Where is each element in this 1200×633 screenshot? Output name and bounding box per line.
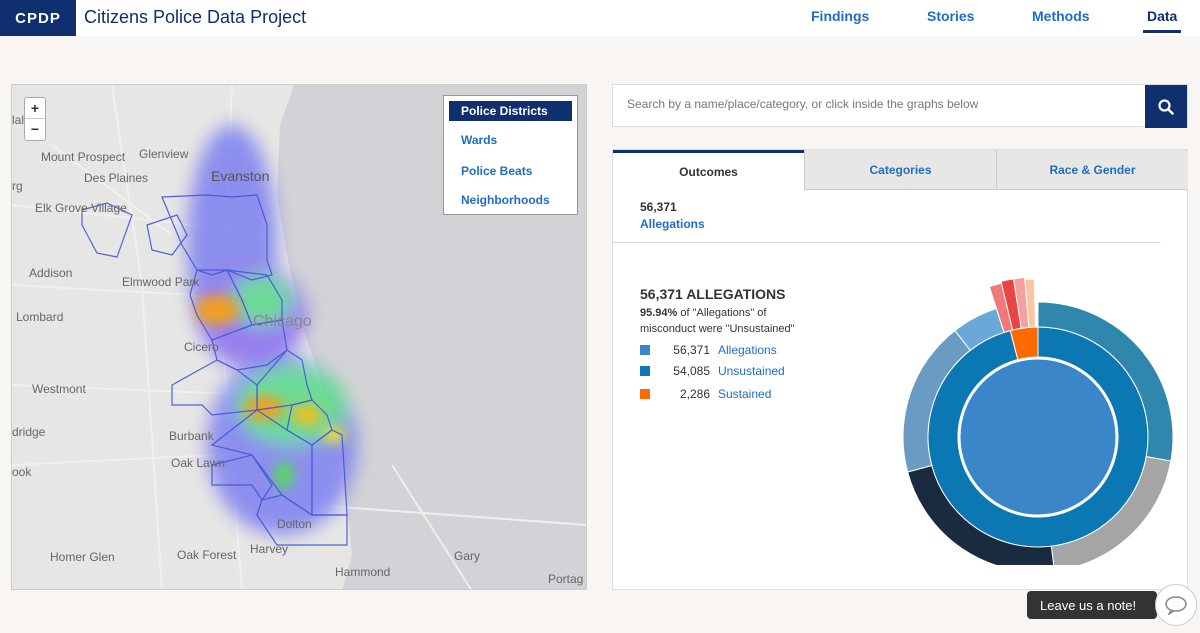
place-label: Chicago — [253, 313, 312, 330]
place-label: Burbank — [169, 429, 214, 443]
search-icon — [1158, 98, 1174, 115]
place-label: Gary — [454, 549, 481, 563]
search-input[interactable] — [627, 97, 1127, 111]
legend-label: Sustained — [718, 387, 772, 401]
place-label: lal — [12, 113, 25, 127]
legend-item-allegations[interactable]: 56,371 Allegations — [640, 343, 777, 357]
detail-text-2: misconduct were "Unsustained" — [640, 323, 795, 335]
place-label: Portag — [548, 572, 584, 586]
site-header: CPDP Citizens Police Data Project Findin… — [0, 0, 1200, 36]
legend-swatch — [640, 389, 650, 399]
layer-neighborhoods[interactable]: Neighborhoods — [449, 190, 572, 210]
place-label: Elmwood Park — [122, 275, 200, 289]
layer-police-beats[interactable]: Police Beats — [449, 161, 572, 181]
place-label: Mount Prospect — [41, 150, 126, 164]
place-label: Cicero — [184, 340, 219, 354]
place-label: Evanston — [211, 168, 270, 184]
legend-swatch — [640, 345, 650, 355]
place-label: Homer Glen — [50, 550, 115, 564]
legend-value: 54,085 — [673, 364, 710, 378]
layer-selector: Police Districts Wards Police Beats Neig… — [443, 95, 578, 215]
legend-label: Allegations — [718, 343, 777, 357]
detail-title: 56,371 ALLEGATIONS — [640, 286, 786, 302]
sunburst-chart[interactable] — [893, 265, 1183, 565]
detail-percentage: 95.94% — [640, 307, 678, 319]
place-label: dridge — [12, 425, 46, 439]
feedback-button[interactable]: Leave us a note! — [1027, 591, 1157, 619]
place-label: Dolton — [277, 517, 312, 531]
summary-label[interactable]: Allegations — [640, 217, 705, 231]
nav-findings[interactable]: Findings — [811, 8, 869, 24]
site-title[interactable]: Citizens Police Data Project — [84, 7, 306, 28]
place-label: Oak Lawn — [171, 456, 226, 470]
sunburst-center-allegations[interactable] — [959, 358, 1117, 516]
place-label: Westmont — [32, 382, 86, 396]
place-label: Glenview — [139, 147, 189, 161]
divider — [613, 242, 1161, 243]
place-label: Addison — [29, 266, 73, 280]
layer-wards[interactable]: Wards — [449, 130, 572, 150]
legend-item-unsustained[interactable]: 54,085 Unsustained — [640, 364, 785, 378]
nav-stories[interactable]: Stories — [927, 8, 974, 24]
legend-swatch — [640, 366, 650, 376]
tab-race-gender[interactable]: Race & Gender — [996, 150, 1188, 190]
legend-item-sustained[interactable]: 2,286 Sustained — [640, 387, 771, 401]
legend-value: 56,371 — [673, 343, 710, 357]
tab-outcomes[interactable]: Outcomes — [613, 150, 804, 190]
zoom-control: + − — [24, 97, 46, 141]
place-label: Oak Forest — [177, 548, 237, 562]
legend-value: 2,286 — [679, 387, 710, 401]
place-label: ook — [12, 465, 32, 479]
detail-description: 95.94% of "Allegations" of misconduct we… — [640, 305, 850, 337]
nav-methods[interactable]: Methods — [1032, 8, 1090, 24]
layer-police-districts[interactable]: Police Districts — [449, 101, 572, 121]
zoom-out-button[interactable]: − — [25, 119, 45, 140]
tab-categories[interactable]: Categories — [804, 150, 996, 190]
zoom-in-button[interactable]: + — [25, 98, 45, 119]
place-label: Harvey — [250, 542, 289, 556]
logo[interactable]: CPDP — [0, 0, 76, 36]
search-bar — [612, 84, 1188, 128]
place-label: Hammond — [335, 565, 391, 579]
data-panel: Outcomes Categories Race & Gender 56,371… — [612, 149, 1188, 590]
place-label: Elk Grove Village — [35, 201, 127, 215]
summary-count: 56,371 — [640, 200, 677, 214]
nav-data[interactable]: Data — [1143, 8, 1182, 33]
chat-button[interactable] — [1155, 584, 1197, 626]
place-label: rg — [12, 179, 23, 193]
search-button[interactable] — [1145, 85, 1187, 128]
place-label: Des Plaines — [84, 171, 149, 185]
legend-label: Unsustained — [718, 364, 785, 378]
place-label: Lombard — [16, 310, 64, 324]
heat-map[interactable]: Mount Prospect Glenview Des Plaines Evan… — [11, 84, 587, 590]
detail-text-1: of "Allegations" of — [677, 307, 767, 319]
chat-bubble-icon — [1165, 596, 1187, 615]
